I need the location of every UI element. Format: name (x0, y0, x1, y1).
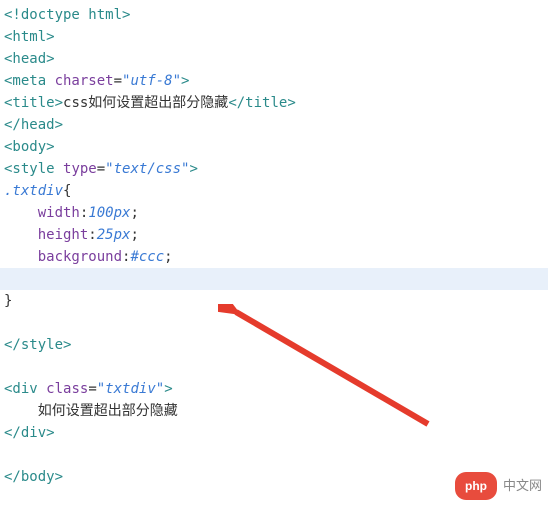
code-line: width:100px; (4, 202, 548, 224)
attr-class: class (46, 381, 88, 397)
code-line: background:#ccc; (4, 246, 548, 268)
code-line: </div> (4, 422, 548, 444)
css-val-background: #ccc (130, 249, 164, 265)
code-line: <div class="txtdiv"> (4, 378, 548, 400)
code-line: <head> (4, 48, 548, 70)
code-line: <meta charset="utf-8"> (4, 70, 548, 92)
code-line: .txtdiv{ (4, 180, 548, 202)
code-line (4, 444, 548, 466)
title-close: </title> (228, 95, 295, 111)
title-text: css如何设置超出部分隐藏 (63, 95, 228, 111)
css-prop-height: height (38, 227, 89, 243)
css-prop-width: width (38, 205, 80, 221)
css-selector: .txtdiv (4, 183, 63, 199)
attr-type: type (63, 161, 97, 177)
code-line: </head> (4, 114, 548, 136)
type-value: "text/css" (105, 161, 189, 177)
highlighted-line (0, 268, 548, 290)
code-line (4, 356, 548, 378)
div-open: <div (4, 381, 46, 397)
div-content: 如何设置超出部分隐藏 (38, 403, 178, 419)
css-val-height: 25px (97, 227, 131, 243)
code-line: height:25px; (4, 224, 548, 246)
style-open: <style (4, 161, 63, 177)
attr-charset: charset (55, 73, 114, 89)
code-line: 如何设置超出部分隐藏 (4, 400, 548, 422)
code-editor: <!doctype html> <html> <head> <meta char… (0, 0, 548, 488)
charset-value: "utf-8" (122, 73, 181, 89)
div-close: </div> (4, 425, 55, 441)
watermark-pill: php (455, 472, 497, 500)
code-line: </style> (4, 334, 548, 356)
head-open: <head> (4, 51, 55, 67)
watermark: php 中文网 (455, 472, 542, 500)
body-open: <body> (4, 139, 55, 155)
css-val-width: 100px (88, 205, 130, 221)
meta-tag: <meta (4, 73, 55, 89)
css-prop-background: background (38, 249, 122, 265)
head-close: </head> (4, 117, 63, 133)
code-line: <body> (4, 136, 548, 158)
style-close: </style> (4, 337, 71, 353)
code-line: <!doctype html> (4, 4, 548, 26)
code-line: <html> (4, 26, 548, 48)
body-close: </body> (4, 469, 63, 485)
code-line (4, 312, 548, 334)
title-open: <title> (4, 95, 63, 111)
code-line: <style type="text/css"> (4, 158, 548, 180)
doctype-tag: <!doctype html> (4, 7, 130, 23)
code-line: } (4, 290, 548, 312)
watermark-text: 中文网 (503, 475, 542, 497)
html-open: <html> (4, 29, 55, 45)
code-line: <title>css如何设置超出部分隐藏</title> (4, 92, 548, 114)
class-value: "txtdiv" (97, 381, 164, 397)
